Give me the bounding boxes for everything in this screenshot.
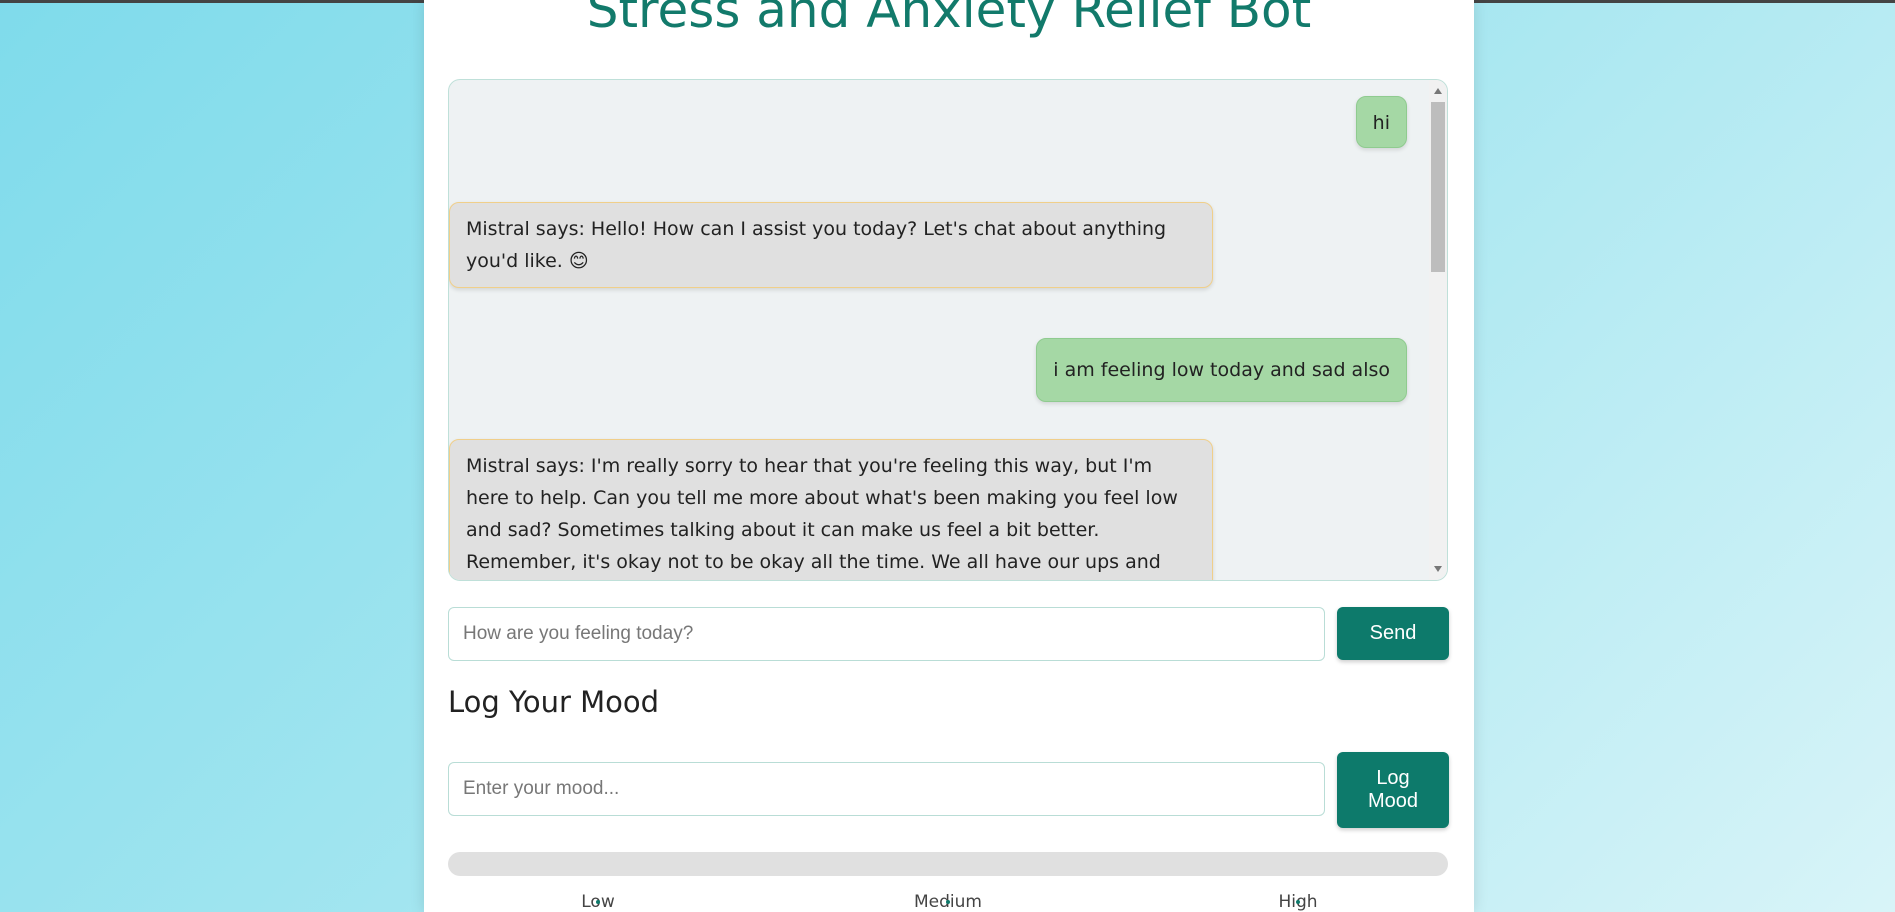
user-message: i am feeling low today and sad also xyxy=(1036,338,1407,402)
page-title: Stress and Anxiety Relief Bot xyxy=(586,0,1312,39)
chat-window[interactable]: hi Mistral says: Hello! How can I assist… xyxy=(448,79,1448,581)
send-button[interactable]: Send xyxy=(1337,607,1449,660)
scroll-down-arrow-icon[interactable] xyxy=(1434,566,1442,572)
chat-input[interactable] xyxy=(448,607,1325,661)
log-mood-button[interactable]: Log Mood xyxy=(1337,752,1449,828)
mood-tick-low xyxy=(596,900,600,904)
mood-tick-high xyxy=(1296,900,1300,904)
mood-heading: Log Your Mood xyxy=(448,685,660,719)
bot-message: Mistral says: I'm really sorry to hear t… xyxy=(449,439,1213,580)
bot-message: Mistral says: Hello! How can I assist yo… xyxy=(449,202,1213,288)
chat-scrollbar[interactable] xyxy=(1429,80,1447,580)
scrollbar-thumb[interactable] xyxy=(1431,102,1445,272)
mood-input[interactable] xyxy=(448,762,1325,816)
mood-progress-bar xyxy=(448,852,1448,876)
scroll-up-arrow-icon[interactable] xyxy=(1434,88,1442,94)
mood-tick-medium xyxy=(946,900,950,904)
user-message: hi xyxy=(1355,96,1407,148)
app-container: Stress and Anxiety Relief Bot hi Mistral… xyxy=(424,0,1474,912)
